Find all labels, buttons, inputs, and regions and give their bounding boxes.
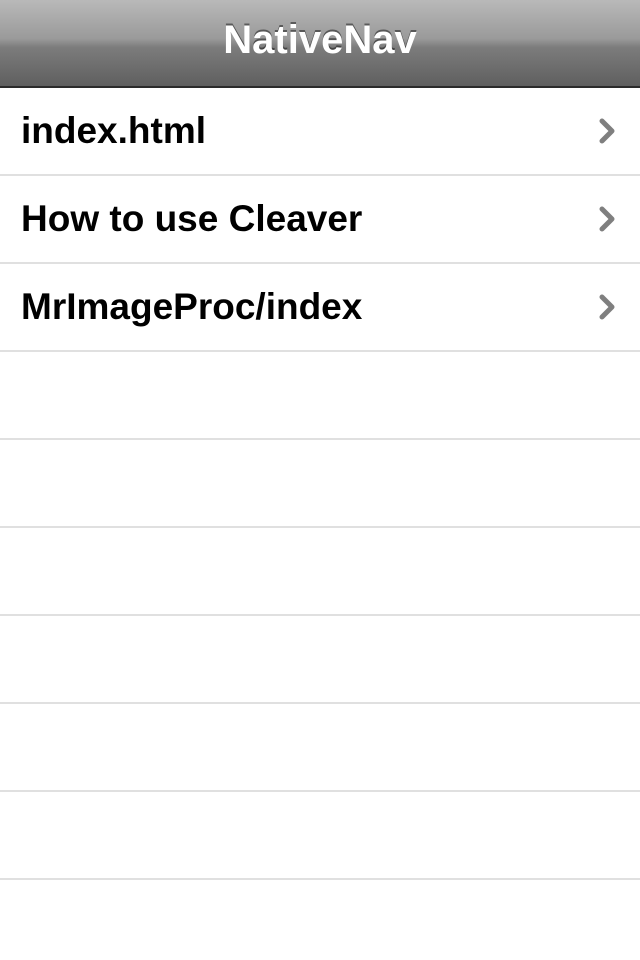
table-row-index-html[interactable]: index.html: [0, 88, 640, 176]
empty-row: [0, 880, 640, 960]
empty-row: [0, 792, 640, 880]
empty-row: [0, 352, 640, 440]
navigation-bar: NativeNav: [0, 0, 640, 88]
empty-row: [0, 440, 640, 528]
empty-row: [0, 704, 640, 792]
empty-row: [0, 528, 640, 616]
row-label: How to use Cleaver: [21, 198, 363, 239]
empty-row: [0, 616, 640, 704]
table-row-how-to-use-cleaver[interactable]: How to use Cleaver: [0, 176, 640, 264]
page-title: NativeNav: [223, 17, 417, 62]
table-row-mrimageproc-index[interactable]: MrImageProc/index: [0, 264, 640, 352]
chevron-right-icon: [598, 205, 618, 233]
row-label: index.html: [21, 110, 207, 151]
table-view[interactable]: index.html How to use Cleaver MrImagePro…: [0, 88, 640, 960]
row-label: MrImageProc/index: [21, 286, 363, 327]
chevron-right-icon: [598, 293, 618, 321]
chevron-right-icon: [598, 117, 618, 145]
